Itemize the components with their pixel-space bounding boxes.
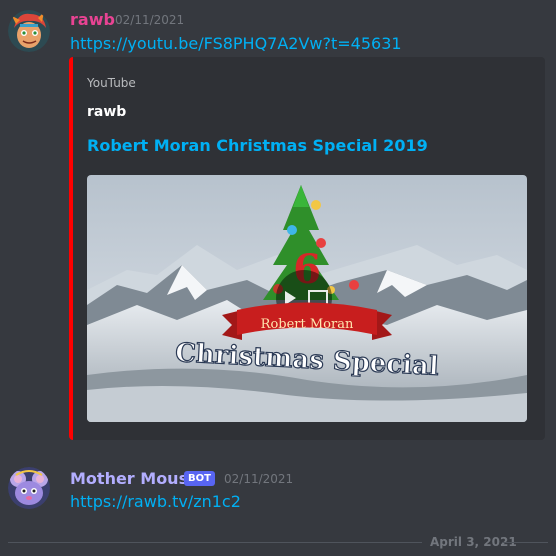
timestamp: 02/11/2021 [224, 472, 294, 486]
author-name[interactable]: Mother Mouse [70, 469, 199, 488]
youtube-embed: YouTube rawb Robert Moran Christmas Spec… [69, 57, 545, 440]
message-link[interactable]: https://youtu.be/FS8PHQ7A2Vw?t=45631 [70, 34, 402, 53]
date-divider-line-left [8, 542, 422, 543]
timestamp: 02/11/2021 [115, 13, 185, 27]
video-thumbnail[interactable]: 6 Robert Moran Christmas Special [87, 175, 527, 422]
avatar[interactable] [8, 10, 50, 52]
bot-badge: BOT [184, 471, 215, 486]
author-name[interactable]: rawb [70, 10, 115, 29]
embed-title[interactable]: Robert Moran Christmas Special 2019 [87, 136, 428, 155]
embed-author[interactable]: rawb [87, 104, 126, 120]
avatar[interactable] [8, 467, 50, 509]
thumbnail-banner-text: Robert Moran [261, 317, 354, 332]
embed-provider[interactable]: YouTube [87, 76, 136, 90]
date-divider-line-right [502, 542, 548, 543]
message-link[interactable]: https://rawb.tv/zn1c2 [70, 492, 241, 511]
